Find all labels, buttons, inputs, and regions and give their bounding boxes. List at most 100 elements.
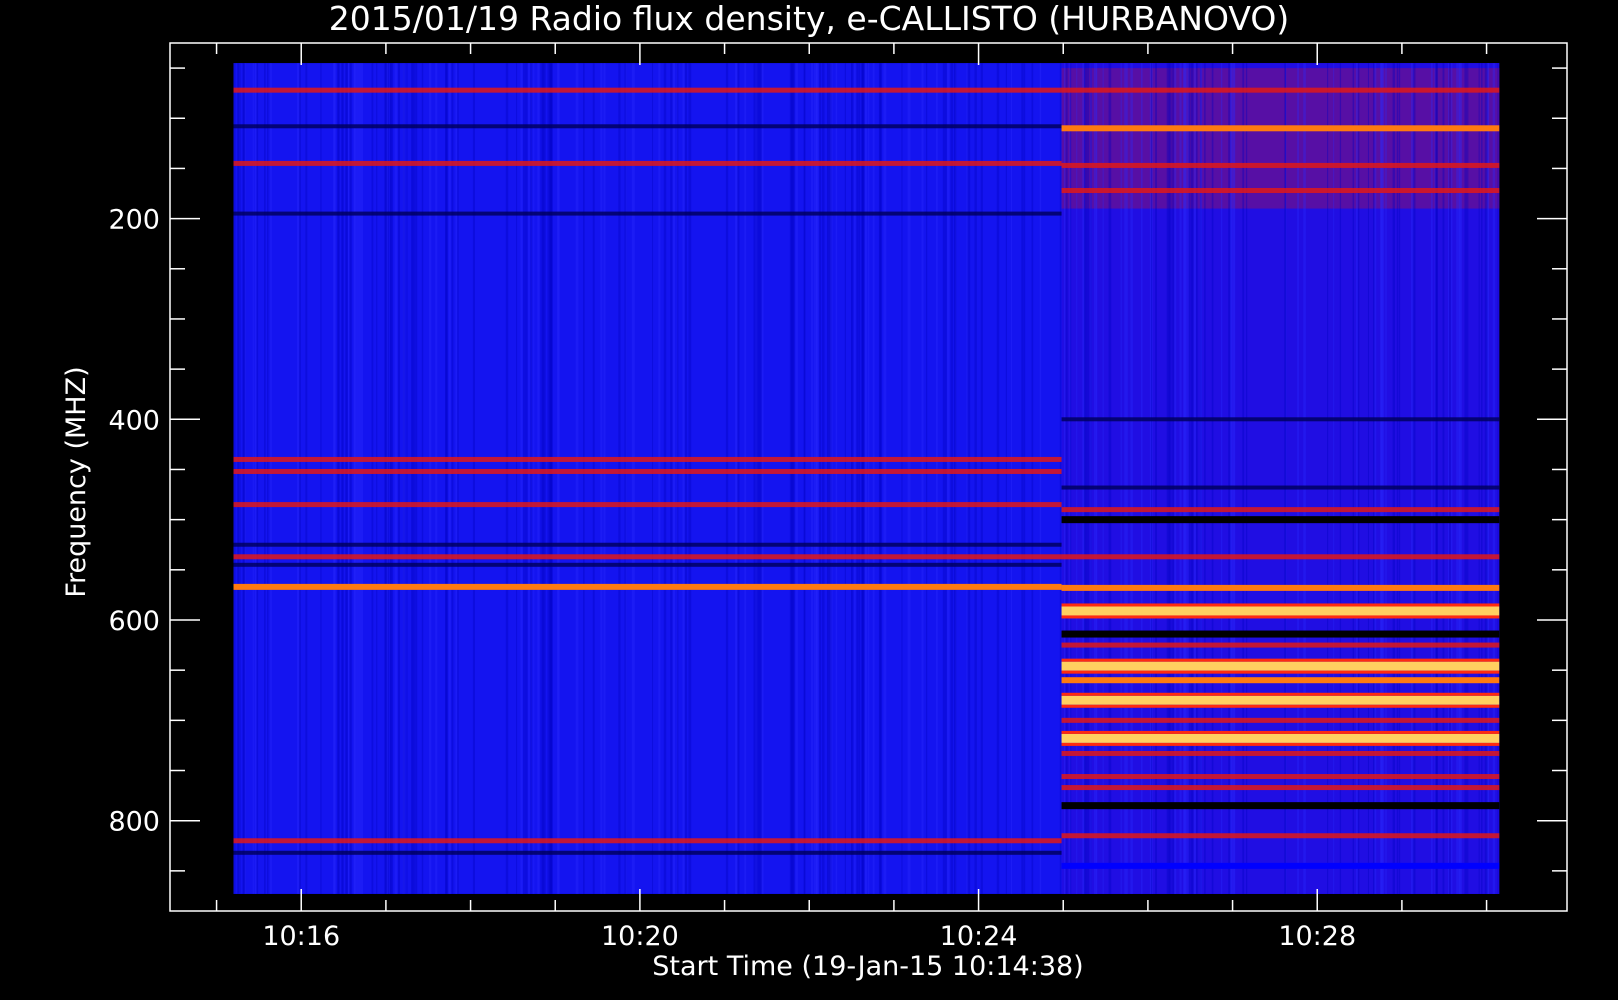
noise-streak [1396,63,1399,894]
noise-streak [357,63,360,894]
noise-streak [672,63,676,894]
noise-streak [600,63,603,894]
band-490-mhz [1061,507,1500,513]
band-625-mhz [1061,642,1500,648]
noise-streak [398,63,401,894]
band-591-mhz [1061,606,1500,616]
noise-streak [523,63,525,894]
noise-streak [1456,63,1460,894]
noise-streak [582,63,585,894]
noise-streak [528,63,530,894]
noise-streak [856,63,859,894]
noise-streak [670,63,673,894]
noise-streak [1199,63,1203,894]
band-718-mhz [1061,733,1500,743]
noise-streak [1211,63,1214,894]
noise-streak [651,63,654,894]
noise-streak [603,63,606,894]
noise-streak [954,63,956,894]
noise-streak [347,63,350,894]
noise-streak [878,63,882,894]
noise-streak [1120,63,1122,894]
band-edge [1061,670,1500,674]
noise-streak [1188,63,1191,894]
chart-title: 2015/01/19 Radio flux density, e-CALLIST… [329,0,1289,38]
noise-streak [835,63,838,894]
noise-streak [658,63,661,894]
noise-streak [334,63,336,894]
noise-streak [1076,63,1078,894]
noise-streak [371,63,374,894]
noise-streak [1220,63,1223,894]
noise-streak [844,63,847,894]
noise-streak [854,63,856,894]
noise-streak [415,63,418,894]
noise-streak [525,63,528,894]
noise-streak [790,63,794,894]
noise-streak [1174,63,1177,894]
spectrogram-chart: 2015/01/19 Radio flux density, e-CALLIST… [0,0,1618,1000]
noise-streak [263,63,266,894]
noise-streak [298,63,301,894]
noise-streak [1093,63,1097,894]
noise-streak [1031,63,1034,894]
noise-streak [428,63,432,894]
noise-streak [237,63,241,894]
noise-streak [1063,63,1066,894]
noise-streak [1245,63,1248,894]
noise-streak [575,63,579,894]
noise-streak [1195,63,1198,894]
noise-streak [1124,63,1127,894]
band-edge [1061,692,1500,696]
noise-streak [1284,63,1287,894]
noise-streak [1333,63,1335,894]
noise-streak [1108,63,1112,894]
noise-streak [980,63,983,894]
noise-streak [816,63,818,894]
noise-streak [950,63,954,894]
band-525-mhz [233,542,1062,547]
noise-streak [1430,63,1433,894]
noise-streak [254,63,257,894]
noise-streak [558,63,560,894]
x-tick-label: 10:28 [1278,921,1356,952]
noise-streak [974,63,977,894]
noise-streak [350,63,352,894]
noise-streak [1065,63,1068,894]
noise-streak [1449,63,1451,894]
noise-streak [376,63,378,894]
noise-streak [385,63,388,894]
noise-streak [725,63,729,894]
noise-streak [243,63,246,894]
noise-streak [252,63,254,894]
band-733-mhz [1061,750,1500,756]
noise-streak [1242,63,1245,894]
noise-streak [757,63,761,894]
noise-streak [864,63,868,894]
noise-streak [1458,63,1461,894]
band-72-mhz [1061,87,1500,93]
band-440-mhz [233,456,1062,462]
noise-streak [1367,63,1369,894]
noise-streak [1467,63,1469,894]
noise-streak [320,63,322,894]
band-545-mhz [233,562,1062,567]
noise-streak [850,63,853,894]
noise-streak [530,63,533,894]
noise-streak [1327,63,1329,894]
x-axis-label: Start Time (19-Jan-15 10:14:38) [652,951,1083,982]
band-820-mhz [233,838,1062,844]
noise-streak [358,63,362,894]
x-tick-label: 10:20 [601,921,679,952]
noise-streak [505,63,509,894]
noise-streak [858,63,861,894]
noise-streak [967,63,971,894]
noise-streak [537,63,540,894]
band-72-mhz [233,87,1062,93]
noise-streak [1478,63,1480,894]
noise-streak [1102,63,1104,894]
noise-streak [1039,63,1042,894]
noise-streak [233,63,236,894]
noise-streak [1464,63,1468,894]
y-tick-label: 200 [108,205,160,236]
